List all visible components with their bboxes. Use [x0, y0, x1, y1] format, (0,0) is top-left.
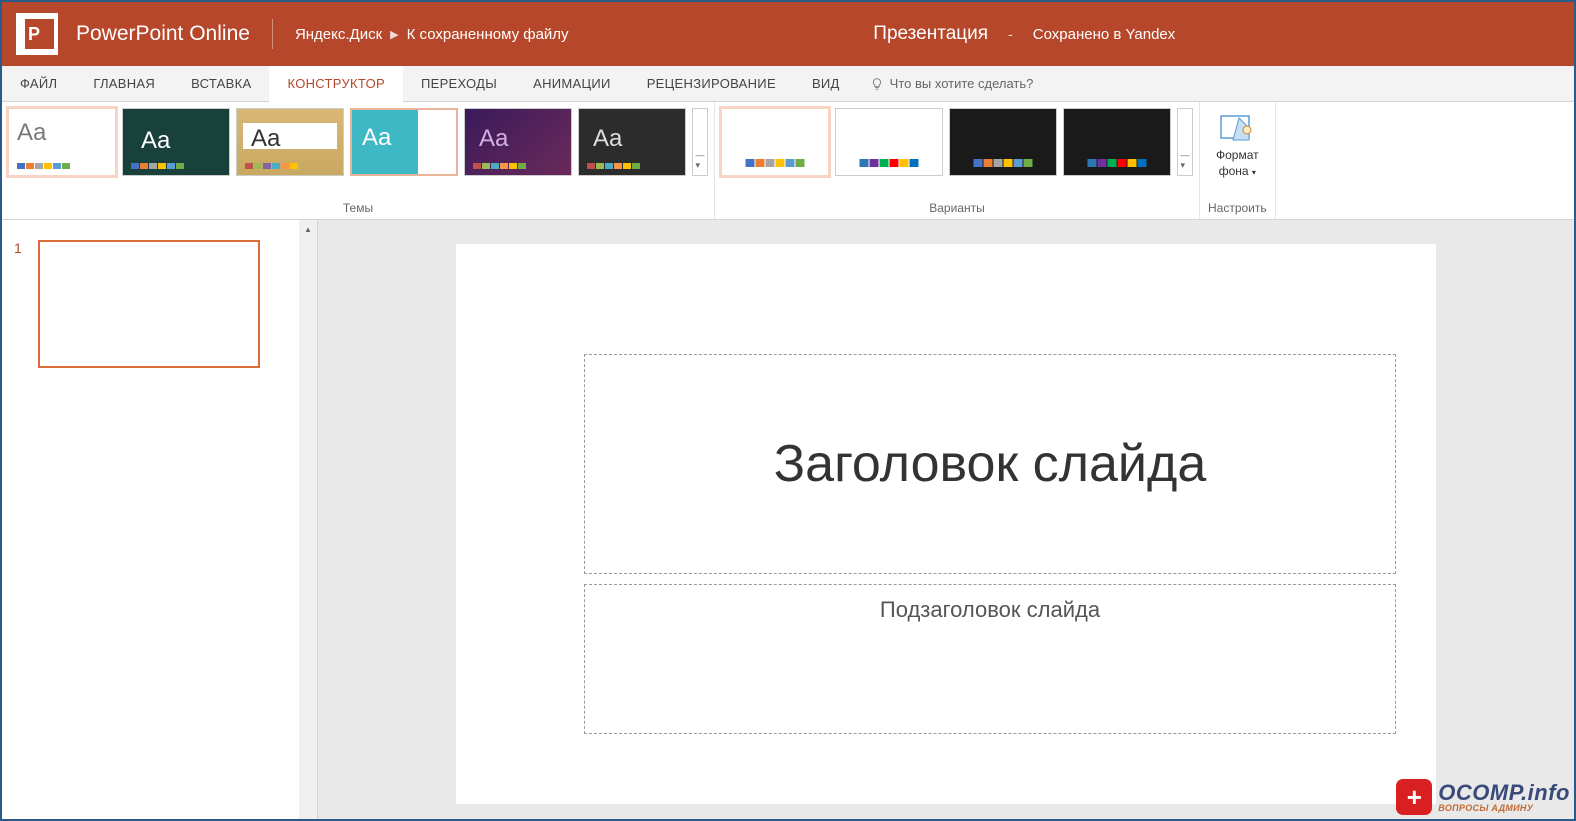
variant-option[interactable] [1063, 108, 1171, 176]
ribbon-group-variants: —▾ Варианты [715, 102, 1200, 219]
watermark-main: OCOMP.info [1438, 782, 1570, 804]
slide-canvas[interactable]: Заголовок слайда Подзаголовок слайда [456, 244, 1436, 804]
slide-canvas-area: Заголовок слайда Подзаголовок слайда [318, 220, 1574, 819]
ribbon-content: AaAaAaAaAaAa—▾ Темы —▾ Варианты Формат ф… [2, 102, 1574, 220]
tell-me-label: Что вы хотите сделать? [890, 76, 1034, 91]
watermark-sub: ВОПРОСЫ АДМИНУ [1438, 804, 1570, 813]
theme-option[interactable]: Aa [236, 108, 344, 176]
watermark: + OCOMP.info ВОПРОСЫ АДМИНУ [1396, 779, 1570, 815]
breadcrumb-part[interactable]: Яндекс.Диск [295, 26, 382, 43]
tab-design[interactable]: КОНСТРУКТОР [269, 66, 402, 102]
tab-insert[interactable]: ВСТАВКА [173, 66, 269, 101]
divider [272, 19, 273, 49]
variant-option[interactable] [835, 108, 943, 176]
tab-home[interactable]: ГЛАВНАЯ [75, 66, 173, 101]
customize-label: Настроить [1206, 197, 1269, 217]
chevron-right-icon: ▶ [390, 28, 398, 41]
themes-more-button[interactable]: —▾ [692, 108, 708, 176]
powerpoint-icon: P [16, 13, 58, 55]
tab-file[interactable]: ФАЙЛ [2, 66, 75, 101]
ribbon-group-themes: AaAaAaAaAaAa—▾ Темы [2, 102, 715, 219]
subtitle-placeholder[interactable]: Подзаголовок слайда [584, 584, 1396, 734]
watermark-badge-icon: + [1396, 779, 1432, 815]
format-bg-label: Формат фона ▾ [1216, 148, 1259, 179]
theme-option[interactable]: Aa [122, 108, 230, 176]
variant-option[interactable] [949, 108, 1057, 176]
title-placeholder[interactable]: Заголовок слайда [584, 354, 1396, 574]
slide-thumbnail-row[interactable]: 1 [14, 240, 305, 368]
theme-option[interactable]: Aa [350, 108, 458, 176]
slide-thumbnail-panel: ▲ 1 [2, 220, 318, 819]
app-header: P PowerPoint Online Яндекс.Диск ▶ К сохр… [2, 2, 1574, 66]
tab-animations[interactable]: АНИМАЦИИ [515, 66, 629, 101]
themes-label: Темы [8, 197, 708, 217]
tell-me-search[interactable]: Что вы хотите сделать? [858, 66, 1046, 101]
ribbon-group-customize: Формат фона ▾ Настроить [1200, 102, 1276, 219]
tab-review[interactable]: РЕЦЕНЗИРОВАНИЕ [629, 66, 794, 101]
tab-view[interactable]: ВИД [794, 66, 858, 101]
scrollbar[interactable]: ▲ [299, 220, 317, 819]
format-background-icon [1219, 112, 1255, 144]
dash: - [1008, 26, 1013, 42]
theme-option[interactable]: Aa [464, 108, 572, 176]
theme-option[interactable]: Aa [8, 108, 116, 176]
lightbulb-icon [870, 77, 884, 91]
variants-more-button[interactable]: —▾ [1177, 108, 1193, 176]
tab-transitions[interactable]: ПЕРЕХОДЫ [403, 66, 515, 101]
slide-thumbnail[interactable] [38, 240, 260, 368]
format-background-button[interactable]: Формат фона ▾ [1206, 108, 1269, 183]
slide-number: 1 [14, 240, 28, 368]
workspace: ▲ 1 Заголовок слайда Подзаголовок слайда [2, 220, 1574, 819]
title-text: Заголовок слайда [774, 434, 1207, 494]
scroll-up-icon[interactable]: ▲ [299, 222, 317, 236]
subtitle-text: Подзаголовок слайда [880, 597, 1100, 623]
theme-option[interactable]: Aa [578, 108, 686, 176]
document-name[interactable]: Презентация [873, 23, 988, 45]
app-title: PowerPoint Online [76, 22, 250, 46]
ribbon-tabs: ФАЙЛ ГЛАВНАЯ ВСТАВКА КОНСТРУКТОР ПЕРЕХОД… [2, 66, 1574, 102]
variants-label: Варианты [721, 197, 1193, 217]
saved-status: Сохранено в Yandex [1033, 26, 1176, 43]
variant-option[interactable] [721, 108, 829, 176]
